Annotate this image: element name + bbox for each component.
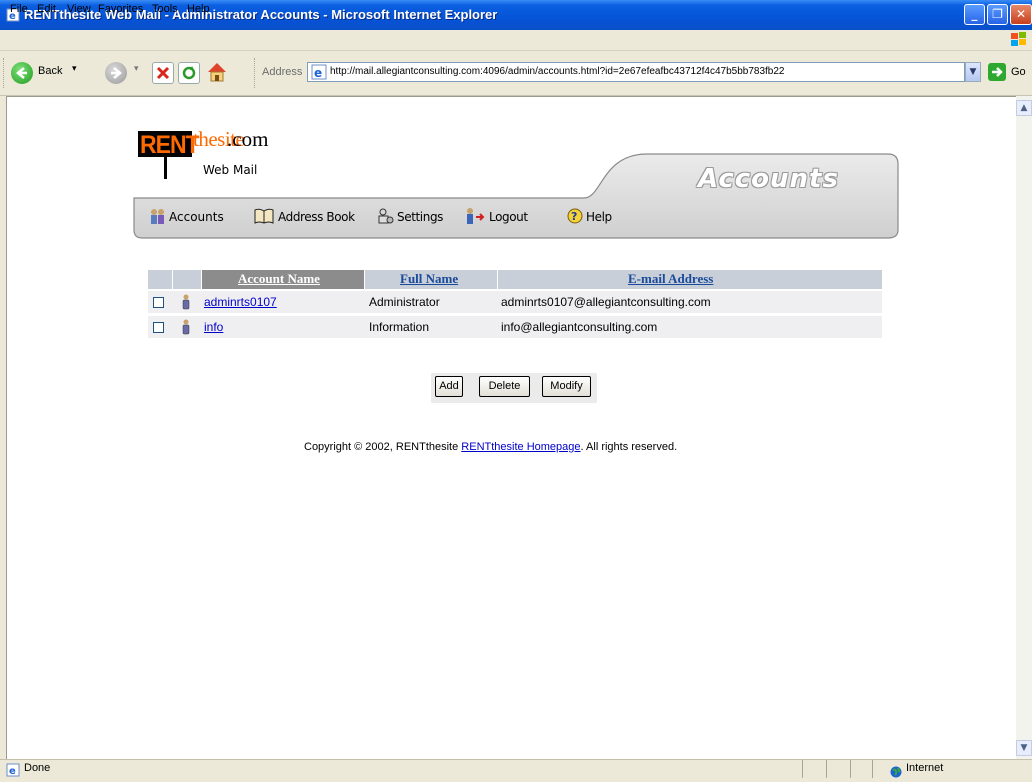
vertical-scrollbar[interactable] [1016, 96, 1032, 759]
stop-icon[interactable] [152, 62, 174, 84]
email-cell: adminrts0107@allegiantconsulting.com [501, 295, 711, 309]
menu-file[interactable]: File [10, 3, 28, 15]
user-icon [180, 319, 192, 335]
window-title: RENTthesite Web Mail - Administrator Acc… [24, 7, 498, 22]
close-button[interactable]: ✕ [1010, 4, 1032, 25]
copyright-footer: Copyright © 2002, RENTthesite RENTthesit… [304, 441, 677, 453]
address-label: Address [262, 66, 303, 78]
nav-logout[interactable]: Logout [489, 210, 528, 224]
ie-page-icon: e [311, 64, 327, 80]
home-icon[interactable] [205, 60, 229, 84]
logout-icon[interactable] [464, 207, 486, 225]
accounts-icon[interactable] [148, 207, 166, 225]
email-cell: info@allegiantconsulting.com [501, 320, 658, 334]
address-url[interactable]: http://mail.allegiantconsulting.com:4096… [330, 66, 785, 77]
row-checkbox[interactable] [153, 322, 164, 333]
column-header-account-name[interactable]: Account Name [238, 271, 320, 287]
menu-bar [0, 30, 1032, 51]
svg-text:e: e [314, 66, 322, 80]
account-link[interactable]: adminrts0107 [204, 295, 277, 309]
internet-zone-icon [890, 763, 902, 778]
go-button-label[interactable]: Go [1011, 66, 1026, 78]
help-icon[interactable]: ? [565, 207, 587, 225]
status-bar [0, 759, 1032, 779]
scroll-up-icon[interactable]: ▲ [1016, 100, 1032, 116]
svg-text:?: ? [571, 210, 577, 223]
modify-button[interactable]: Modify [542, 376, 591, 397]
column-header-email[interactable]: E-mail Address [628, 271, 713, 287]
logo-com-text: .com [227, 127, 269, 151]
windows-logo-icon [1010, 32, 1028, 48]
copyright-prefix: Copyright © 2002, RENTthesite [304, 441, 462, 453]
menu-view[interactable]: View [67, 3, 91, 15]
menu-favorites[interactable]: Favorites [98, 3, 143, 15]
column-header-full-name[interactable]: Full Name [400, 271, 458, 287]
security-zone-text: Internet [906, 762, 944, 774]
forward-dropdown-arrow-icon[interactable]: ▾ [134, 64, 139, 74]
refresh-icon[interactable] [178, 62, 200, 84]
minimize-button[interactable]: _ [964, 4, 985, 25]
status-divider [802, 760, 803, 778]
row-checkbox[interactable] [153, 297, 164, 308]
account-link[interactable]: info [204, 320, 223, 334]
svg-text:e: e [9, 766, 16, 777]
nav-settings[interactable]: Settings [397, 210, 443, 224]
full-name-cell: Information [369, 320, 430, 334]
nav-accounts[interactable]: Accounts [169, 210, 224, 224]
homepage-link[interactable]: RENTthesite Homepage [461, 441, 580, 453]
nav-help[interactable]: Help [586, 210, 612, 224]
address-grip[interactable] [254, 58, 258, 88]
user-icon [180, 294, 192, 310]
go-arrow-icon[interactable] [988, 63, 1006, 81]
back-arrow-icon[interactable] [11, 62, 33, 84]
address-book-icon[interactable] [253, 207, 275, 225]
header-divider [172, 270, 173, 289]
status-divider [872, 760, 873, 778]
delete-button[interactable]: Delete [479, 376, 530, 397]
menu-edit[interactable]: Edit [37, 3, 56, 15]
status-divider [826, 760, 827, 778]
copyright-suffix: . All rights reserved. [580, 441, 678, 453]
status-text: Done [24, 762, 51, 774]
full-name-cell: Administrator [369, 295, 440, 309]
back-button-label[interactable]: Back [38, 65, 62, 77]
menu-tools[interactable]: Tools [152, 3, 178, 15]
ie-page-icon: e [6, 762, 20, 777]
section-title: Accounts [698, 164, 839, 194]
status-divider [850, 760, 851, 778]
toolbar-grip[interactable] [3, 58, 7, 88]
address-dropdown-icon[interactable]: ▼ [965, 62, 981, 82]
add-button[interactable]: Add [435, 376, 463, 397]
menu-help[interactable]: Help [187, 3, 210, 15]
back-dropdown-arrow-icon[interactable]: ▾ [72, 64, 77, 74]
scroll-down-icon[interactable]: ▼ [1016, 740, 1032, 756]
header-divider [364, 270, 365, 289]
header-divider [497, 270, 498, 289]
restore-button[interactable]: ❐ [987, 4, 1008, 25]
settings-icon[interactable] [376, 207, 394, 225]
nav-address-book[interactable]: Address Book [278, 210, 355, 224]
forward-arrow-icon[interactable] [105, 62, 127, 84]
